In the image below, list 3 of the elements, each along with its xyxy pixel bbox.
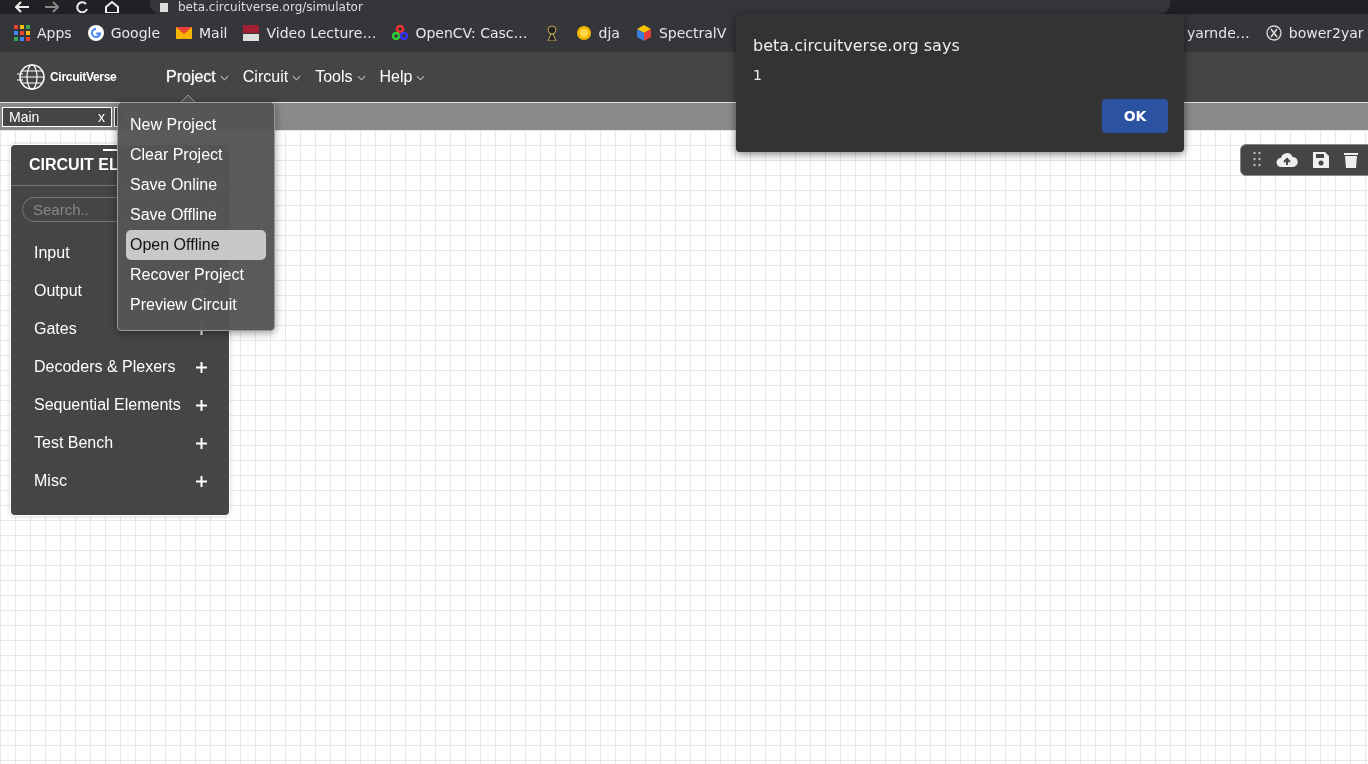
dialog-message: 1 bbox=[753, 67, 763, 83]
dialog-title: beta.circuitverse.org says bbox=[753, 36, 961, 55]
panel-title: CIRCUIT EL bbox=[29, 156, 119, 174]
